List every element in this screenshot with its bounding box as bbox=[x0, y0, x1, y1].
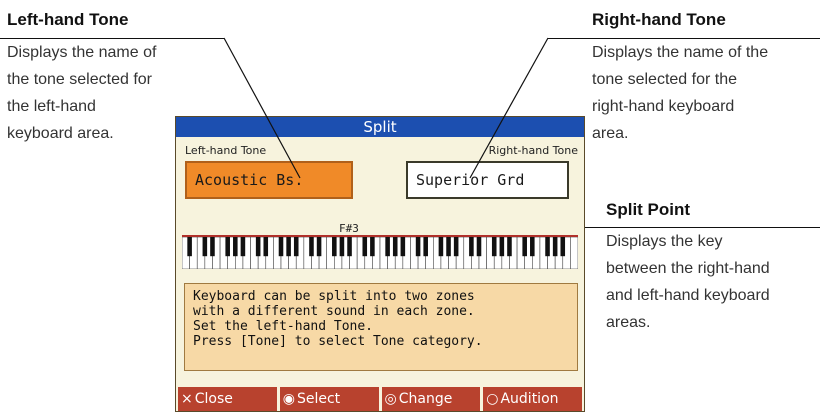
black-key bbox=[491, 237, 497, 257]
close-x-icon: × bbox=[181, 391, 193, 407]
split-point-callout-title: Split Point bbox=[606, 200, 691, 219]
black-key bbox=[332, 237, 337, 257]
black-key bbox=[202, 237, 208, 257]
black-key bbox=[415, 237, 421, 257]
black-key bbox=[362, 237, 368, 257]
message-line: Keyboard can be split into two zones bbox=[193, 289, 475, 304]
right-tone-value: Superior Grd bbox=[416, 171, 525, 189]
left-tone-field[interactable]: Acoustic Bs. bbox=[185, 161, 353, 199]
left-hand-tone-callout-title: Left-hand Tone bbox=[7, 10, 129, 29]
circle-icon: ○ bbox=[486, 391, 499, 407]
left-hand-tone-callout-text: Displays the name of the tone selected f… bbox=[7, 39, 156, 147]
black-key bbox=[560, 237, 566, 257]
callout-line: Displays the name of bbox=[7, 44, 157, 61]
right-tone-field[interactable]: Superior Grd bbox=[406, 161, 569, 199]
select-button[interactable]: ◉ Select bbox=[279, 387, 379, 411]
right-hand-tone-callout-text: Displays the name of the tone selected f… bbox=[592, 39, 768, 147]
screen-title: Split bbox=[176, 117, 584, 137]
black-key bbox=[347, 237, 352, 257]
black-key bbox=[469, 237, 474, 257]
white-key bbox=[570, 236, 579, 270]
callout-line: and left-hand keyboard bbox=[606, 287, 770, 304]
dial-up-down-icon: ◎ bbox=[384, 391, 397, 407]
split-screen: Split Left-hand Tone Right-hand Tone Aco… bbox=[175, 116, 585, 412]
callout-line: right-hand keyboard bbox=[592, 98, 735, 115]
dial-left-right-icon: ◉ bbox=[282, 391, 295, 407]
right-tone-label: Right-hand Tone bbox=[488, 144, 578, 157]
black-key bbox=[499, 237, 505, 257]
close-button[interactable]: × Close bbox=[178, 387, 277, 411]
black-key bbox=[255, 237, 261, 257]
black-key bbox=[530, 237, 535, 257]
audition-button-label: Audition bbox=[500, 391, 559, 407]
black-key bbox=[385, 237, 390, 257]
black-key bbox=[370, 237, 375, 257]
black-key bbox=[476, 237, 482, 257]
right-hand-tone-callout-title: Right-hand Tone bbox=[592, 10, 726, 29]
callout-line: the tone selected for bbox=[7, 71, 152, 88]
left-tone-label: Left-hand Tone bbox=[185, 144, 267, 157]
split-point-value: F#3 bbox=[339, 222, 359, 235]
black-key bbox=[552, 237, 558, 257]
change-button[interactable]: ◎ Change bbox=[381, 387, 481, 411]
black-key bbox=[545, 237, 550, 257]
message-line: with a different sound in each zone. bbox=[193, 304, 475, 319]
callout-line: Displays the key bbox=[606, 233, 723, 250]
black-key bbox=[522, 237, 527, 257]
select-button-label: Select bbox=[296, 391, 341, 407]
black-key bbox=[278, 237, 284, 257]
black-key bbox=[225, 237, 230, 257]
black-key bbox=[263, 237, 269, 257]
function-button-bar: × Close ◉ Select ◎ Change ○ Audition bbox=[176, 387, 584, 411]
keyboard-graphic bbox=[181, 235, 579, 270]
message-box: Keyboard can be split into two zones wit… bbox=[184, 283, 578, 371]
black-key bbox=[293, 237, 299, 257]
black-key bbox=[339, 237, 345, 257]
message-line: Press [Tone] to select Tone category. bbox=[193, 334, 483, 349]
black-key bbox=[400, 237, 406, 257]
left-tone-value: Acoustic Bs. bbox=[195, 171, 304, 189]
callout-line: between the right-hand bbox=[606, 260, 770, 277]
callout-line: area. bbox=[592, 125, 629, 142]
piano-keys-icon bbox=[181, 236, 579, 270]
black-key bbox=[210, 237, 215, 257]
black-key bbox=[187, 237, 192, 257]
black-key bbox=[286, 237, 291, 257]
change-button-label: Change bbox=[398, 391, 453, 407]
callout-line: Displays the name of the bbox=[592, 44, 769, 61]
callout-line: tone selected for the bbox=[592, 71, 737, 88]
audition-button[interactable]: ○ Audition bbox=[483, 387, 582, 411]
black-key bbox=[240, 237, 246, 257]
black-key bbox=[438, 237, 444, 257]
black-key bbox=[392, 237, 398, 257]
message-line: Set the left-hand Tone. bbox=[193, 319, 374, 334]
black-key bbox=[446, 237, 451, 257]
split-point-callout-text: Displays the key between the right-hand … bbox=[606, 228, 770, 336]
black-key bbox=[316, 237, 322, 257]
callout-line: the left-hand bbox=[7, 98, 96, 115]
callout-line: areas. bbox=[606, 314, 651, 331]
callout-line: keyboard area. bbox=[7, 125, 114, 142]
close-button-label: Close bbox=[194, 391, 233, 407]
black-key bbox=[309, 237, 314, 257]
black-key bbox=[233, 237, 238, 257]
black-key bbox=[507, 237, 512, 257]
black-key bbox=[423, 237, 428, 257]
black-key bbox=[453, 237, 459, 257]
